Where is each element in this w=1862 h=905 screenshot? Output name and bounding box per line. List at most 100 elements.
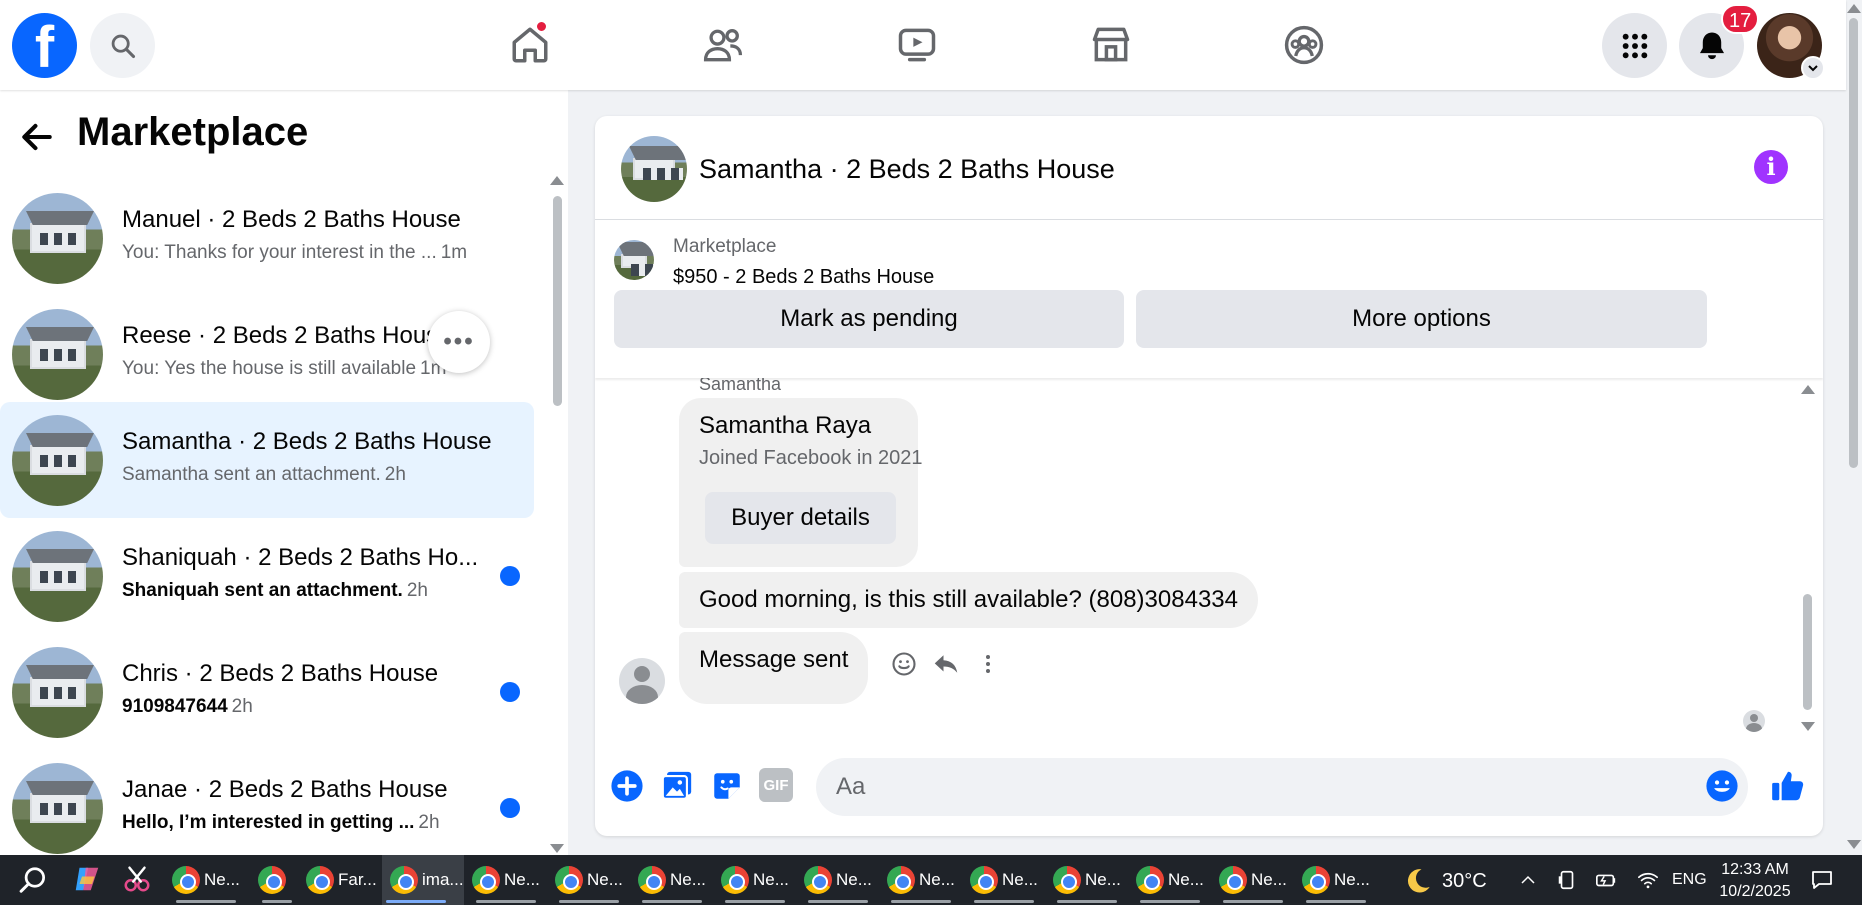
conversation-item[interactable]: Manuel · 2 Beds 2 Baths House You: Thank… (0, 180, 534, 296)
taskbar-chrome-window[interactable]: Ne... (172, 855, 240, 905)
taskbar-chrome-window[interactable]: Ne... (555, 855, 623, 905)
more-actions-button[interactable] (609, 768, 645, 804)
chevron-up-icon[interactable] (1518, 871, 1538, 889)
message-more-button[interactable] (971, 647, 1005, 681)
taskbar-chrome-window[interactable] (258, 855, 292, 905)
chat-scroll-down-icon[interactable] (1801, 722, 1815, 731)
reply-icon (934, 655, 958, 673)
listing-avatar (12, 647, 103, 738)
notifications-badge: 17 (1721, 4, 1760, 34)
wifi-icon[interactable] (1636, 869, 1660, 891)
more-options-button[interactable]: More options (1136, 290, 1707, 348)
conversation-more-button[interactable]: ••• (428, 311, 490, 373)
taskbar-clock[interactable]: 12:33 AM 10/2/2025 (1716, 859, 1794, 903)
sticker-button[interactable] (709, 768, 745, 804)
taskbar-chrome-window[interactable]: Ne... (1136, 855, 1204, 905)
sidebar-scroll-thumb[interactable] (553, 196, 562, 406)
marketplace-inbox-sidebar: Marketplace Manuel · 2 Beds 2 Baths Hous… (0, 90, 568, 855)
page-scroll-up-icon[interactable] (1847, 4, 1861, 13)
copilot-icon[interactable] (72, 864, 102, 894)
chrome-icon (1136, 866, 1164, 894)
conversation-title[interactable]: Samantha · 2 Beds 2 Baths House (699, 154, 1115, 185)
conversation-avatar[interactable] (621, 136, 687, 202)
sender-avatar[interactable] (619, 658, 665, 704)
scroll-down-arrow-icon[interactable] (550, 844, 564, 853)
emoji-button[interactable] (1704, 768, 1740, 804)
taskbar-chrome-window[interactable]: Ne... (638, 855, 706, 905)
send-like-button[interactable] (1768, 766, 1808, 806)
taskbar-chrome-window[interactable]: Ne... (721, 855, 789, 905)
conversation-name: Shaniquah · 2 Beds 2 Baths Ho... (122, 544, 479, 571)
nav-home[interactable] (505, 20, 555, 70)
listing-avatar (12, 415, 103, 506)
conversation-name: Janae · 2 Beds 2 Baths House (122, 776, 448, 803)
top-navigation-bar: f 17 (0, 0, 1846, 90)
search-button[interactable] (90, 13, 155, 78)
menu-button[interactable] (1602, 13, 1667, 78)
page-scroll-thumb[interactable] (1849, 18, 1858, 468)
marketplace-icon (1092, 27, 1130, 62)
windows-taskbar: Ne... Far... ima... Ne... Ne... Ne... Ne… (0, 855, 1862, 905)
conversation-item[interactable]: Shaniquah · 2 Beds 2 Baths Ho... Shaniqu… (0, 518, 534, 634)
taskbar-chrome-window[interactable]: Ne... (472, 855, 540, 905)
reply-button[interactable] (929, 647, 963, 681)
taskbar-chrome-window[interactable]: Ne... (1219, 855, 1287, 905)
device-icon[interactable] (1556, 869, 1578, 891)
account-menu-chevron[interactable] (1801, 56, 1825, 80)
chrome-icon (555, 866, 583, 894)
nav-groups[interactable] (1279, 20, 1329, 70)
battery-icon[interactable] (1594, 869, 1618, 891)
language-indicator[interactable]: ENG (1672, 871, 1707, 889)
taskbar-chrome-window[interactable]: Ne... (804, 855, 872, 905)
search-icon (111, 34, 135, 58)
conversation-preview: Hello, I’m interested in getting ... 2h (122, 812, 440, 833)
listing-avatar (12, 763, 103, 854)
facebook-logo[interactable]: f (12, 13, 77, 78)
conversation-preview: You: Thanks for your interest in the ...… (122, 242, 468, 263)
conversation-header: Samantha · 2 Beds 2 Baths House i (595, 116, 1823, 220)
message-bubble[interactable]: Good morning, is this still available? (… (679, 572, 1258, 628)
notification-center-icon[interactable] (1810, 868, 1834, 892)
page-scroll-down-icon[interactable] (1847, 840, 1861, 849)
taskbar-chrome-window[interactable]: Far... (306, 855, 377, 905)
sidebar-header: Marketplace (0, 90, 568, 180)
taskbar-weather[interactable]: 30°C (1404, 867, 1487, 895)
conversation-item-active[interactable]: Samantha · 2 Beds 2 Baths House Samantha… (0, 402, 534, 518)
moon-icon (1407, 869, 1430, 893)
chrome-icon (638, 866, 666, 894)
listing-title[interactable]: $950 - 2 Beds 2 Baths House (673, 266, 934, 289)
nav-video[interactable] (892, 20, 942, 70)
mark-as-pending-button[interactable]: Mark as pending (614, 290, 1124, 348)
nav-friends[interactable] (698, 20, 748, 70)
taskbar-chrome-window[interactable]: Ne... (1302, 855, 1370, 905)
message-bubble[interactable]: Message sent (679, 632, 869, 704)
taskbar-search-icon[interactable] (18, 865, 48, 895)
conversation-preview: 9109847644 2h (122, 696, 253, 717)
nav-marketplace[interactable] (1086, 20, 1136, 70)
conversation-item[interactable]: Janae · 2 Beds 2 Baths House Hello, I’m … (0, 750, 534, 855)
info-icon[interactable]: i (1754, 150, 1788, 184)
unread-indicator (500, 566, 520, 586)
conversation-item[interactable]: Chris · 2 Beds 2 Baths House 9109847644 2… (0, 634, 534, 750)
chat-scroll-up-icon[interactable] (1801, 385, 1815, 394)
back-arrow-icon[interactable] (18, 118, 56, 156)
gif-button[interactable]: GIF (759, 768, 793, 802)
buyer-details-button[interactable]: Buyer details (705, 492, 896, 544)
photo-gallery-icon (661, 771, 692, 800)
attach-photo-button[interactable] (659, 768, 695, 804)
scroll-up-arrow-icon[interactable] (550, 176, 564, 185)
taskbar-chrome-window-active[interactable]: ima... (382, 855, 464, 905)
emoji-icon (1706, 770, 1738, 802)
snipping-tool-icon[interactable] (122, 864, 152, 894)
unread-indicator (500, 682, 520, 702)
thumbs-up-icon (1772, 771, 1804, 801)
taskbar-chrome-window[interactable]: Ne... (970, 855, 1038, 905)
chat-scroll-thumb[interactable] (1803, 594, 1812, 710)
react-button[interactable] (887, 647, 921, 681)
home-notification-dot (535, 20, 548, 33)
taskbar-chrome-window[interactable]: Ne... (1053, 855, 1121, 905)
message-input[interactable] (816, 758, 1748, 816)
taskbar-chrome-window[interactable]: Ne... (887, 855, 955, 905)
listing-thumbnail[interactable] (614, 240, 654, 280)
chevron-down-icon (1808, 65, 1818, 72)
